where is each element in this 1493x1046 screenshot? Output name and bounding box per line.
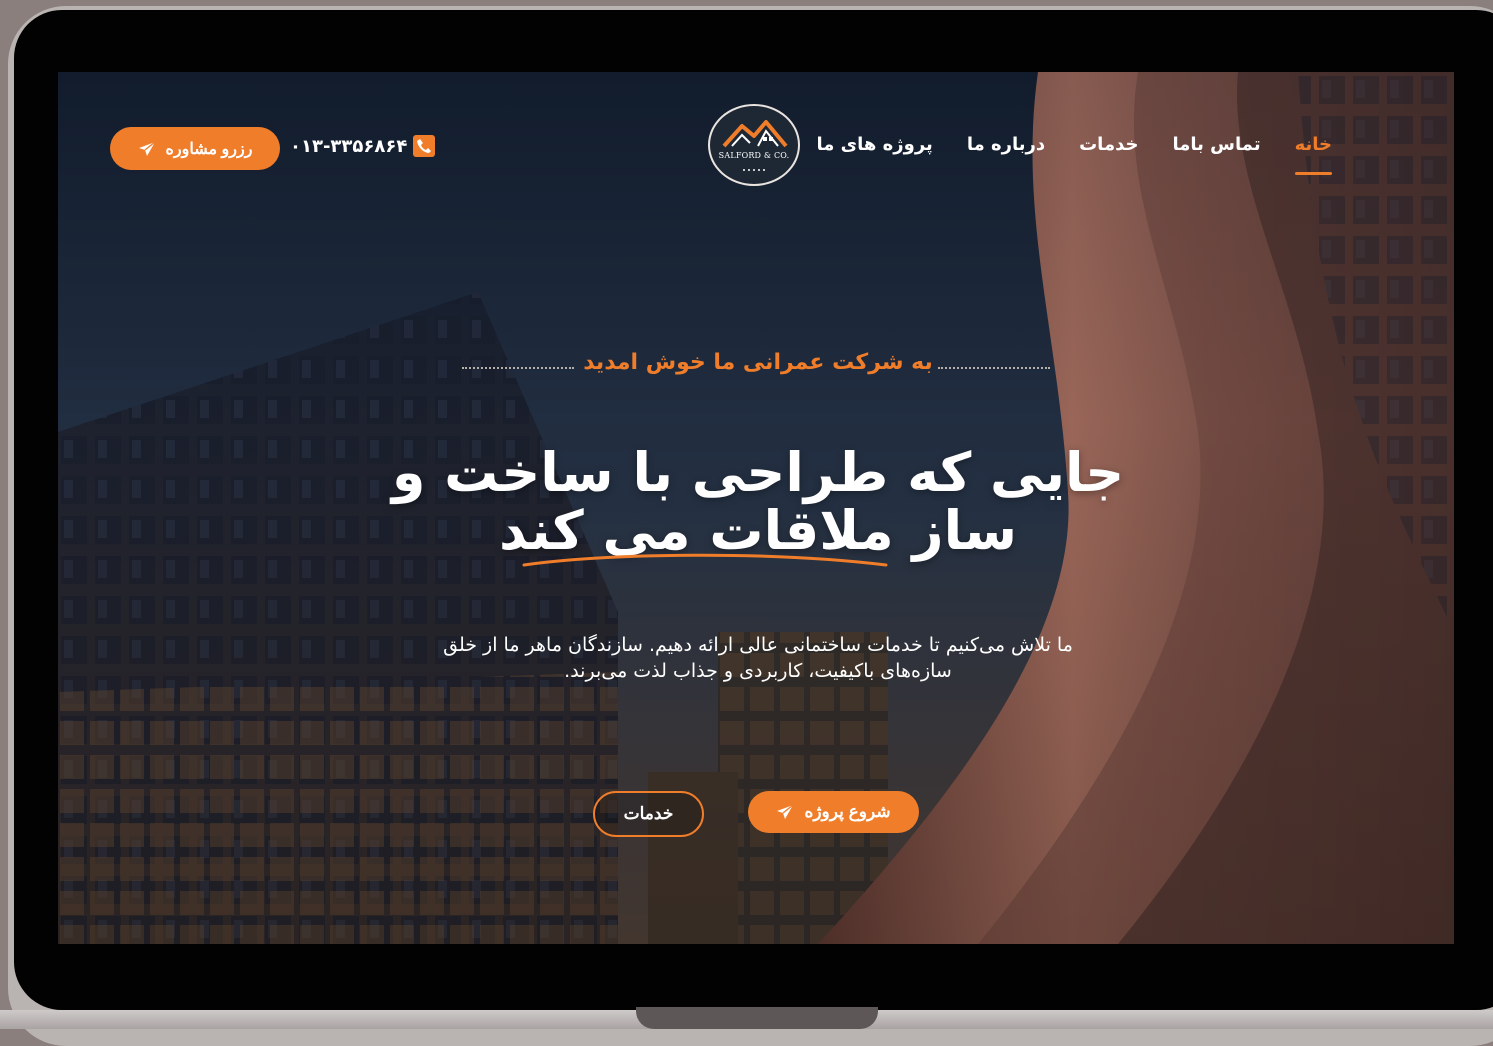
- book-consultation-label: رزرو مشاوره: [165, 140, 253, 158]
- phone-contact[interactable]: ۰۱۳-۳۳۵۶۸۶۴: [290, 135, 436, 157]
- hero-description-line1: ما تلاش می‌کنیم تا خدمات ساختمانی عالی ا…: [443, 634, 1073, 656]
- nav-item-contact[interactable]: تماس باما: [1172, 134, 1260, 155]
- laptop-notch: [636, 1007, 878, 1029]
- phone-number: ۰۱۳-۳۳۵۶۸۶۴: [290, 135, 408, 157]
- nav-item-projects[interactable]: پروژه های ما: [817, 134, 933, 155]
- book-consultation-button[interactable]: رزرو مشاوره: [110, 127, 280, 170]
- start-project-button[interactable]: شروع پروژه: [748, 791, 919, 833]
- paper-plane-icon: [138, 140, 155, 156]
- company-logo[interactable]: SALFORD & CO.: [708, 104, 800, 186]
- hero-description-line2: سازه‌های باکیفیت، کاربردی و جذاب لذت می‌…: [564, 660, 952, 682]
- nav-item-about[interactable]: درباره ما: [967, 134, 1045, 155]
- nav-item-services[interactable]: خدمات: [1079, 134, 1138, 155]
- services-button-label: خدمات: [623, 804, 674, 823]
- logo-text: SALFORD & CO.: [718, 151, 790, 160]
- website-screen: خانه تماس باما خدمات درباره ما پروژه های…: [58, 72, 1454, 944]
- hero-headline: جایی که طراحی با ساخت و ساز ملاقات می کن…: [358, 444, 1158, 560]
- main-nav: خانه تماس باما خدمات درباره ما پروژه های…: [817, 134, 1333, 175]
- services-button[interactable]: خدمات: [593, 791, 704, 837]
- start-project-label: شروع پروژه: [804, 802, 891, 821]
- nav-item-home[interactable]: خانه: [1294, 134, 1333, 175]
- eyebrow-line-right: [938, 367, 1050, 369]
- hero-headline-line1: جایی که طراحی با ساخت و: [391, 441, 1125, 504]
- paper-plane-icon: [777, 804, 794, 819]
- hero-description: ما تلاش می‌کنیم تا خدمات ساختمانی عالی ا…: [378, 632, 1138, 684]
- eyebrow-line-left: [462, 367, 574, 369]
- house-roof-icon: [722, 120, 788, 171]
- hero-eyebrow: به شرکت عمرانی ما خوش امدید: [583, 350, 933, 375]
- headline-underline: [522, 553, 888, 567]
- phone-icon: [413, 135, 436, 157]
